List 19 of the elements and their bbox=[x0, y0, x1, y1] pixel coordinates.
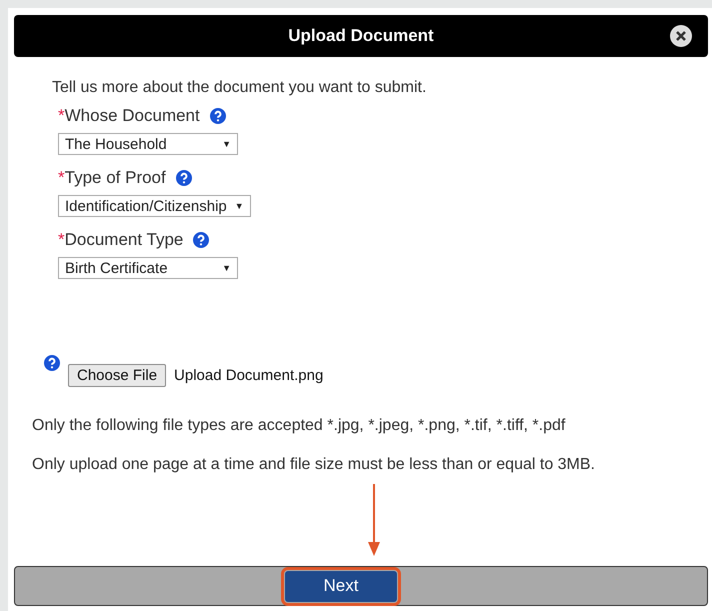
file-name: Upload Document.png bbox=[174, 367, 324, 384]
help-icon[interactable] bbox=[176, 170, 192, 186]
dropdown[interactable]: The Household ▼ bbox=[58, 133, 238, 155]
field-label: *Type of Proof bbox=[58, 168, 166, 188]
dropdown[interactable]: Identification/Citizenship ▼ bbox=[58, 195, 251, 217]
help-icon[interactable] bbox=[44, 355, 60, 371]
help-icon[interactable] bbox=[193, 232, 210, 248]
arrow-icon bbox=[368, 484, 380, 556]
dropdown[interactable]: Birth Certificate ▼ bbox=[58, 257, 238, 279]
intro-text: Tell us more about the document you want to submit. bbox=[52, 79, 428, 97]
note-text: Only upload one page at a time and file size must be less than or equal to 3MB. bbox=[32, 455, 596, 475]
note-text: Only the following file types are accepted *.jpg, *.jpeg, *.png, *.tif, *.tiff, *.pdf bbox=[32, 416, 566, 436]
field-label: *Whose Document bbox=[58, 106, 200, 126]
field-label: *Document Type bbox=[58, 230, 184, 250]
window-title: Upload Document bbox=[288, 26, 434, 46]
help-icon[interactable] bbox=[210, 108, 226, 124]
close-icon[interactable] bbox=[670, 25, 692, 47]
next-button[interactable]: Next bbox=[285, 570, 397, 602]
choose-file-button[interactable]: Choose File bbox=[68, 364, 166, 387]
